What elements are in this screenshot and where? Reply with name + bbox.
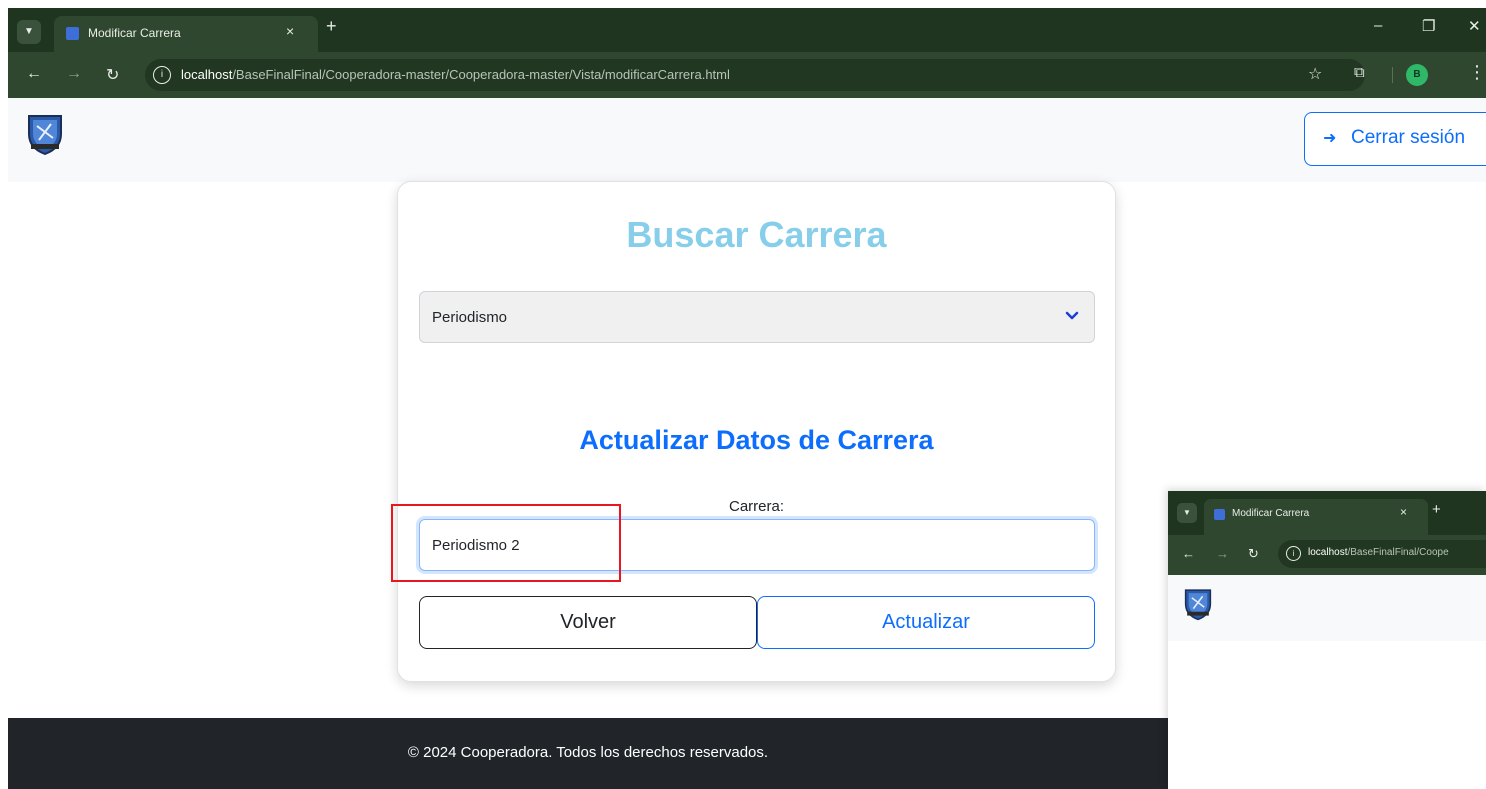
sign-out-icon: ➜ (1323, 130, 1337, 147)
chevron-down-icon (1065, 311, 1079, 320)
back-arrow-icon[interactable]: ← (26, 65, 42, 83)
footer-text: © 2024 Cooperadora. Todos los derechos r… (407, 744, 769, 761)
overlay-url-path: /BaseFinalFinal/Coope (1347, 547, 1449, 558)
minimize-icon[interactable]: – (1374, 17, 1382, 34)
career-select-value: Periodismo (432, 309, 508, 326)
reload-icon[interactable]: ↻ (106, 65, 119, 85)
overlay-url-omnibox[interactable]: i localhost/BaseFinalFinal/Coope (1278, 540, 1486, 568)
profile-avatar[interactable]: B (1406, 64, 1428, 86)
new-tab-button[interactable]: + (326, 16, 337, 37)
career-card: Buscar Carrera Periodismo Actualizar Dat… (391, 181, 1116, 682)
search-career-title: Buscar Carrera (626, 214, 887, 255)
overlay-site-info-icon[interactable]: i (1286, 546, 1301, 561)
tab-bar: ▼ Modificar Carrera × + – ❐ ✕ (8, 8, 1486, 52)
tab-search-dropdown[interactable]: ▼ (17, 20, 41, 44)
address-bar-row: ← → ↻ i localhost/BaseFinalFinal/Coopera… (8, 52, 1486, 98)
overlay-tab-close-icon[interactable]: × (1400, 505, 1407, 519)
bookmark-star-icon[interactable]: ☆ (1308, 64, 1322, 84)
browser-menu-icon[interactable]: ⋮ (1468, 62, 1486, 83)
url-path: /BaseFinalFinal/Cooperadora-master/Coope… (232, 67, 730, 82)
career-select[interactable]: Periodismo (419, 291, 1095, 343)
overlay-forward-arrow-icon[interactable]: → (1216, 546, 1229, 561)
update-career-title: Actualizar Datos de Carrera (579, 425, 934, 455)
overlay-new-tab-button[interactable]: + (1432, 501, 1441, 518)
restore-icon[interactable]: ❐ (1422, 17, 1435, 35)
update-button[interactable]: Actualizar (757, 596, 1095, 649)
url-omnibox[interactable]: i localhost/BaseFinalFinal/Cooperadora-m… (145, 59, 1365, 91)
extensions-icon[interactable]: ⧉ (1354, 64, 1365, 81)
overlay-cooperadora-logo[interactable] (1182, 587, 1214, 621)
overlay-browser-tab[interactable]: Modificar Carrera × (1204, 499, 1428, 535)
overlay-tab-title: Modificar Carrera (1232, 508, 1310, 519)
tab-title: Modificar Carrera (88, 26, 181, 40)
overlay-web-page (1168, 575, 1486, 789)
overlay-url-host: localhost (1308, 547, 1348, 558)
browser-tab[interactable]: Modificar Carrera × (54, 16, 318, 52)
overlay-address-bar-row: ← → ↻ i localhost/BaseFinalFinal/Coope (1168, 535, 1486, 575)
url-text: localhost/BaseFinalFinal/Cooperadora-mas… (181, 67, 730, 82)
carrera-input[interactable] (419, 519, 1095, 571)
overlay-back-arrow-icon[interactable]: ← (1182, 546, 1195, 561)
close-window-icon[interactable]: ✕ (1468, 17, 1481, 35)
site-info-icon[interactable]: i (153, 66, 171, 84)
overlay-tab-favicon-icon (1214, 509, 1225, 520)
site-navbar: ➜ Cerrar sesión (8, 98, 1486, 182)
tab-close-icon[interactable]: × (286, 23, 294, 39)
url-host: localhost (181, 67, 233, 82)
forward-arrow-icon[interactable]: → (66, 65, 82, 83)
logout-label: Cerrar sesión (1351, 127, 1466, 148)
overlay-site-navbar (1168, 575, 1486, 641)
cooperadora-logo[interactable] (25, 112, 65, 156)
back-button[interactable]: Volver (419, 596, 757, 649)
overlay-tab-bar: ▼ Modificar Carrera × + (1168, 491, 1486, 535)
tab-favicon-icon (66, 27, 79, 40)
overlay-reload-icon[interactable]: ↻ (1248, 546, 1259, 562)
overlay-tab-search-dropdown[interactable]: ▼ (1177, 503, 1197, 523)
logout-button[interactable]: ➜ Cerrar sesión (1304, 112, 1486, 166)
overlay-browser-window[interactable]: ▼ Modificar Carrera × + ← → ↻ i localhos… (1168, 491, 1486, 789)
overlay-url-text: localhost/BaseFinalFinal/Coope (1308, 547, 1449, 558)
toolbar-divider (1392, 67, 1393, 83)
carrera-label: Carrera: (728, 498, 784, 515)
